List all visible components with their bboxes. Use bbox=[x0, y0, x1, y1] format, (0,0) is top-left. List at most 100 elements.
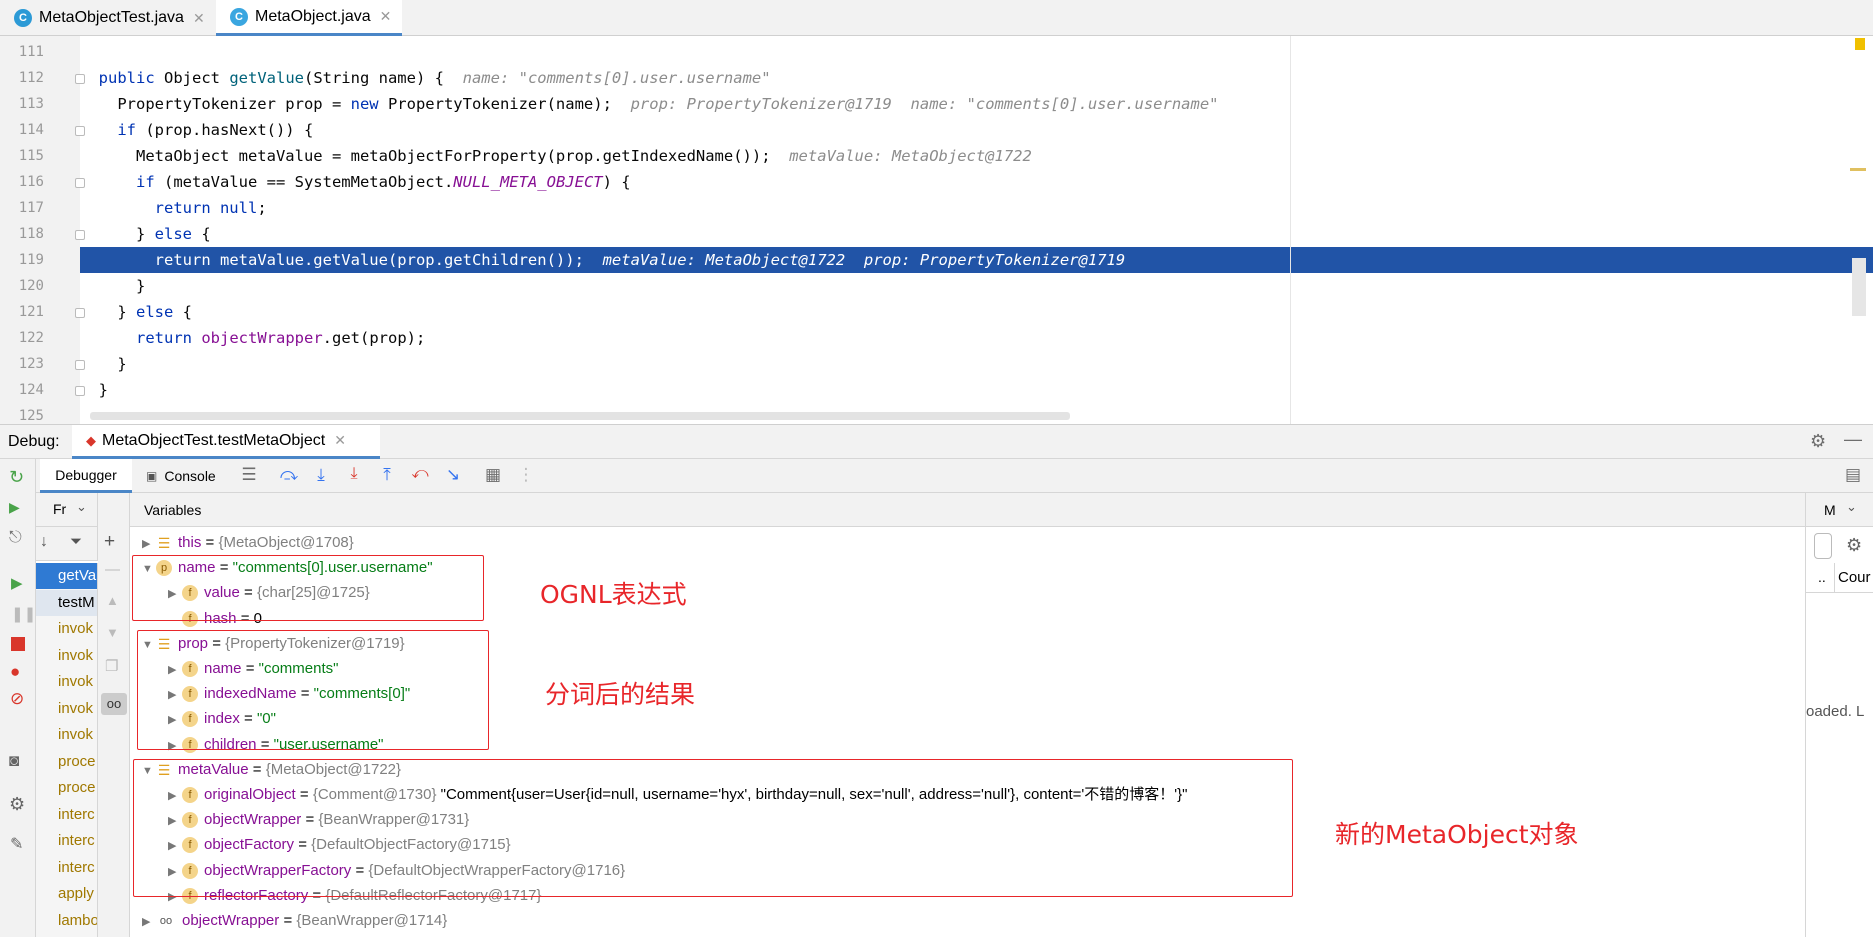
chevron-down-icon[interactable]: ⌄ bbox=[76, 499, 87, 515]
stack-frame[interactable]: invok bbox=[36, 616, 97, 642]
variable-name: objectWrapper bbox=[182, 912, 280, 929]
line-number[interactable]: 119 bbox=[0, 247, 44, 273]
code-line[interactable]: return null; bbox=[80, 195, 1873, 221]
move-up-icon[interactable]: ▲ bbox=[106, 593, 119, 608]
force-step-into-icon[interactable]: ⤓ bbox=[343, 465, 365, 483]
close-icon[interactable]: ✕ bbox=[193, 10, 205, 27]
layout-icon[interactable]: ▤ bbox=[1842, 465, 1864, 485]
stack-frame[interactable]: testM bbox=[36, 589, 97, 616]
pause-icon[interactable]: ❚❚ bbox=[11, 605, 36, 623]
chevron-down-icon[interactable]: ⌄ bbox=[1846, 499, 1857, 515]
evaluate-icon[interactable]: ▦ bbox=[482, 465, 504, 485]
line-number[interactable]: 117 bbox=[0, 195, 44, 221]
camera-icon[interactable]: ◙ bbox=[9, 751, 19, 771]
line-number[interactable]: 112 bbox=[0, 65, 44, 91]
search-field[interactable] bbox=[1814, 533, 1832, 559]
line-number[interactable]: 114 bbox=[0, 117, 44, 143]
stack-frame[interactable]: invok bbox=[36, 669, 97, 695]
move-down-icon[interactable]: ▼ bbox=[106, 625, 119, 640]
step-over-icon[interactable]: ⤼ bbox=[278, 465, 300, 485]
console-icon: ▣ bbox=[146, 469, 158, 483]
resume-icon[interactable]: ▶ bbox=[11, 574, 23, 592]
stack-frame[interactable]: invok bbox=[36, 696, 97, 722]
code-line[interactable] bbox=[80, 39, 1873, 65]
line-number[interactable]: 123 bbox=[0, 351, 44, 377]
copy-icon[interactable]: ❐ bbox=[105, 657, 118, 675]
line-number[interactable]: 118 bbox=[0, 221, 44, 247]
line-number[interactable]: 122 bbox=[0, 325, 44, 351]
close-icon[interactable]: ✕ bbox=[334, 432, 346, 449]
variable-row[interactable]: ▶ ☰ this = {MetaObject@1708} bbox=[142, 530, 354, 555]
code-line[interactable]: public Object getValue(String name) { na… bbox=[80, 65, 1873, 91]
tab-metaobjecttest[interactable]: C MetaObjectTest.java ✕ bbox=[0, 0, 214, 36]
warning-marker-icon[interactable] bbox=[1855, 38, 1865, 50]
remove-watch-icon[interactable]: — bbox=[105, 561, 120, 578]
filter-icon[interactable]: ⏷ bbox=[70, 533, 82, 550]
watches-header: M ⌄ bbox=[1806, 493, 1873, 527]
stack-frame[interactable]: interc bbox=[36, 828, 97, 854]
line-number[interactable]: 115 bbox=[0, 143, 44, 169]
line-number[interactable]: 113 bbox=[0, 91, 44, 117]
trace-icon[interactable]: ⋮ bbox=[515, 465, 537, 485]
step-out-icon[interactable]: ⤒ bbox=[376, 465, 398, 485]
view-breakpoints-icon[interactable]: ● bbox=[10, 662, 20, 682]
tab-metaobject[interactable]: C MetaObject.java ✕ bbox=[216, 0, 402, 36]
debug-label: Debug: bbox=[8, 433, 60, 450]
code-line[interactable]: } bbox=[80, 351, 1873, 377]
expand-arrow-icon[interactable]: ▶ bbox=[142, 910, 156, 935]
stack-frame[interactable]: proce bbox=[36, 775, 97, 801]
code-line[interactable]: } bbox=[80, 377, 1873, 403]
code-line[interactable]: if (prop.hasNext()) { bbox=[80, 117, 1873, 143]
variable-row[interactable]: ▶ oo objectWrapper = {BeanWrapper@1714} bbox=[142, 908, 447, 933]
variable-type: {BeanWrapper@1714} bbox=[296, 912, 448, 929]
stack-frame[interactable]: lambo bbox=[36, 908, 97, 934]
code-line[interactable]: } else { bbox=[80, 299, 1873, 325]
stack-frame[interactable]: invok bbox=[36, 643, 97, 669]
tab-debugger[interactable]: Debugger bbox=[40, 459, 132, 493]
stack-frame[interactable]: interc bbox=[36, 855, 97, 881]
mute-breakpoints-icon[interactable]: ⊘ bbox=[10, 689, 24, 709]
step-into-icon[interactable]: ⤓ bbox=[310, 465, 332, 485]
code-line[interactable]: MetaObject metaValue = metaObjectForProp… bbox=[80, 143, 1873, 169]
line-number[interactable]: 121 bbox=[0, 299, 44, 325]
tab-console[interactable]: ▣ Console bbox=[146, 459, 216, 493]
line-number[interactable]: 116 bbox=[0, 169, 44, 195]
drop-frame-icon[interactable]: ⤺ bbox=[409, 465, 431, 483]
code-line[interactable]: } bbox=[80, 273, 1873, 299]
arrow-down-icon[interactable]: ↓ bbox=[40, 533, 48, 551]
code-line[interactable]: PropertyTokenizer prop = new PropertyTok… bbox=[80, 91, 1873, 117]
close-icon[interactable]: ✕ bbox=[380, 8, 392, 25]
stack-frame[interactable]: proce bbox=[36, 749, 97, 775]
annotation-new-metaobject: 新的MetaObject对象 bbox=[1335, 820, 1579, 849]
vertical-scrollbar[interactable] bbox=[1852, 258, 1866, 316]
rerun-failed-icon[interactable]: ▶ bbox=[9, 499, 20, 516]
stack-frame[interactable]: interc bbox=[36, 802, 97, 828]
code-editor[interactable]: public Object getValue(String name) { na… bbox=[80, 36, 1873, 424]
stack-frame[interactable]: getVa bbox=[36, 563, 97, 589]
add-watch-icon[interactable]: + bbox=[104, 531, 115, 553]
list-lines-icon[interactable]: ☰ bbox=[238, 465, 260, 485]
stack-frame[interactable]: apply bbox=[36, 881, 97, 907]
code-line[interactable]: return objectWrapper.get(prop); bbox=[80, 325, 1873, 351]
line-number[interactable]: 111 bbox=[0, 39, 44, 65]
gear-icon[interactable]: ⚙ bbox=[1846, 535, 1862, 556]
pin-icon[interactable]: ✎ bbox=[10, 834, 23, 854]
run-to-cursor-icon[interactable]: ↘ bbox=[442, 465, 464, 485]
java-class-icon: C bbox=[14, 9, 32, 27]
line-number[interactable]: 124 bbox=[0, 377, 44, 403]
code-line[interactable]: if (metaValue == SystemMetaObject.NULL_M… bbox=[80, 169, 1873, 195]
glasses-icon[interactable]: oo bbox=[101, 693, 127, 715]
line-number[interactable]: 120 bbox=[0, 273, 44, 299]
debug-session-tab[interactable]: ◆ MetaObjectTest.testMetaObject ✕ bbox=[72, 425, 380, 459]
gear-icon[interactable]: ⚙ bbox=[1810, 431, 1826, 452]
horizontal-scrollbar[interactable] bbox=[90, 412, 1070, 420]
rerun-icon[interactable]: ↻ bbox=[9, 467, 24, 488]
stack-frame[interactable]: invok bbox=[36, 722, 97, 748]
code-line-current[interactable]: return metaValue.getValue(prop.getChildr… bbox=[80, 247, 1873, 273]
gear-icon[interactable]: ⚙ bbox=[9, 794, 25, 815]
code-line[interactable]: } else { bbox=[80, 221, 1873, 247]
stop-icon[interactable] bbox=[11, 637, 25, 651]
minimize-icon[interactable]: — bbox=[1844, 429, 1862, 450]
settings-restore-icon[interactable]: ⎋ bbox=[9, 529, 22, 547]
expand-arrow-icon[interactable]: ▶ bbox=[142, 532, 156, 557]
